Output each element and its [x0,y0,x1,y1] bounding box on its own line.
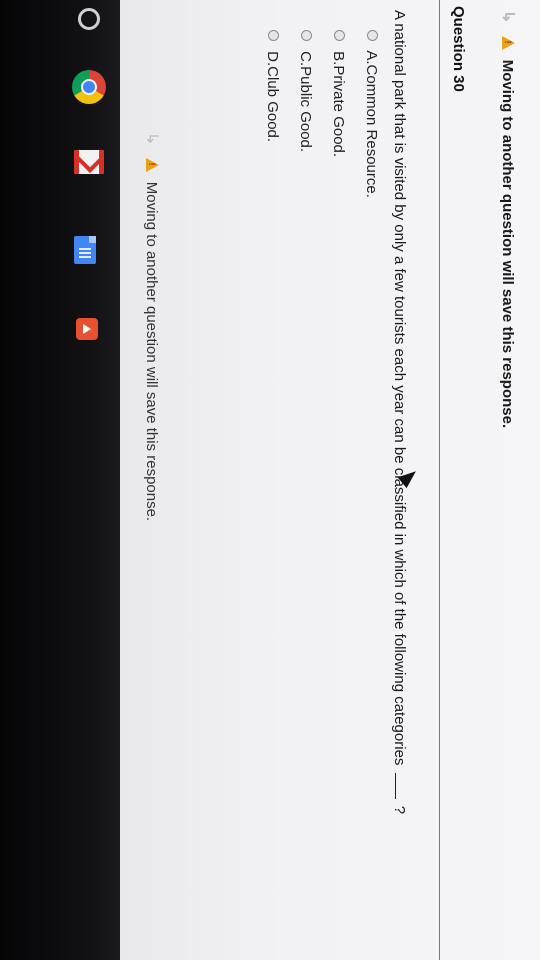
question-title: Question 30 [450,6,467,92]
option-d-label: D.Club Good. [264,51,281,143]
save-warning-bottom: ↳ Moving to another question will save t… [142,132,162,521]
answer-blank [395,772,396,799]
save-warning-text: Moving to another question will save thi… [143,181,160,522]
launcher-icon[interactable] [78,8,100,30]
option-a[interactable]: A.Common Resource. [363,30,380,198]
quiz-content: ↳ Moving to another question will save t… [120,0,540,960]
radio-button-a[interactable] [367,30,378,41]
option-c[interactable]: C.Public Good. [297,30,314,152]
quiz-page: ↳ Moving to another question will save t… [120,0,540,960]
gmail-icon[interactable] [74,150,104,174]
return-arrow-icon: ↳ [143,132,160,146]
option-a-label: A.Common Resource. [363,50,380,198]
warning-icon [146,157,159,172]
radio-button-c[interactable] [301,30,312,41]
radio-button-d[interactable] [268,30,279,41]
save-warning-top: ↳ Moving to another question will save t… [498,10,518,428]
option-b[interactable]: B.Private Good. [330,30,347,157]
chrome-icon[interactable] [72,70,106,104]
youtube-icon[interactable] [76,318,98,340]
option-b-label: B.Private Good. [330,51,347,158]
question-mark: ? [391,805,408,815]
docs-icon[interactable] [74,236,96,264]
question-text-body: A national park that is visited by only … [391,10,408,766]
return-arrow-icon: ↳ [499,10,516,24]
question-divider [439,0,440,960]
question-text: A national park that is visited by only … [391,10,408,814]
option-d[interactable]: D.Club Good. [264,30,281,142]
warning-icon [502,35,515,50]
save-warning-text: Moving to another question will save thi… [499,59,516,429]
option-c-label: C.Public Good. [297,51,314,153]
taskbar-shelf [0,0,120,960]
radio-button-b[interactable] [334,30,345,41]
